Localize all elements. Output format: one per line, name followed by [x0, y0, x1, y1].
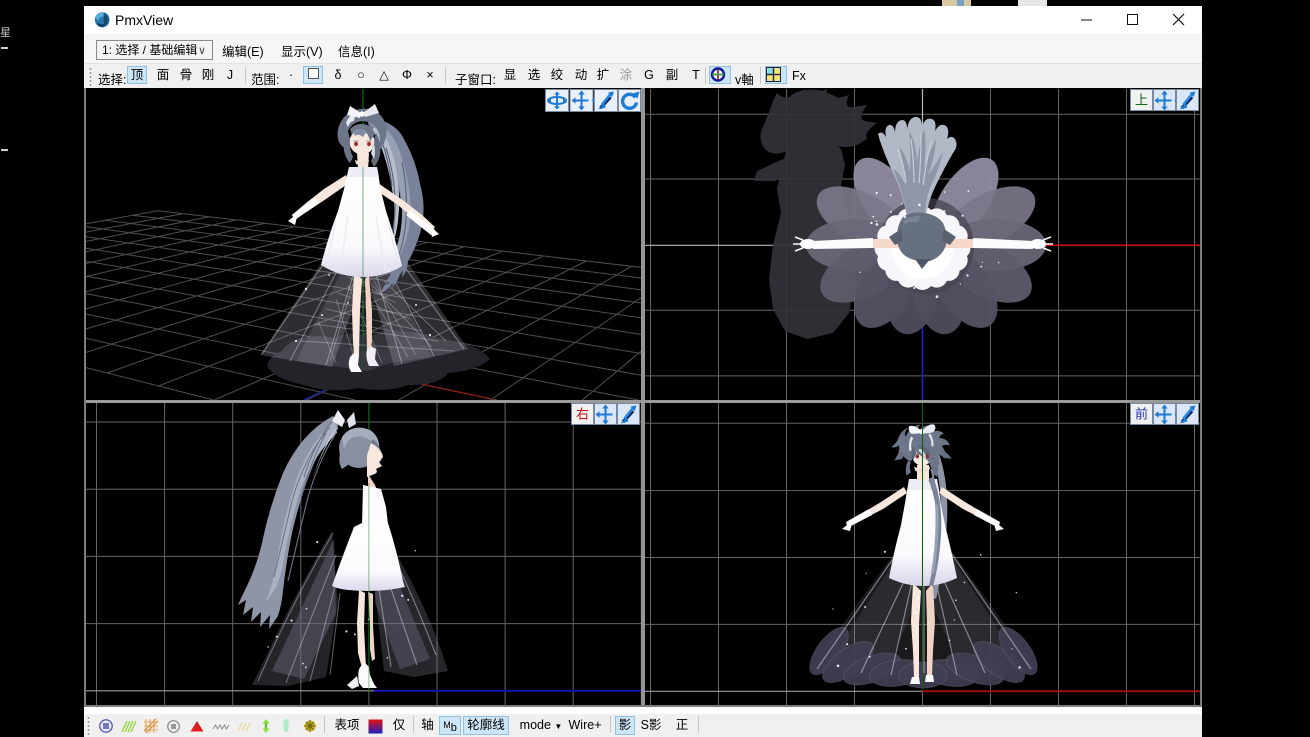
svg-text:前: 前	[1135, 407, 1148, 422]
svg-text:右: 右	[576, 407, 589, 422]
svg-text:上: 上	[1135, 93, 1148, 108]
